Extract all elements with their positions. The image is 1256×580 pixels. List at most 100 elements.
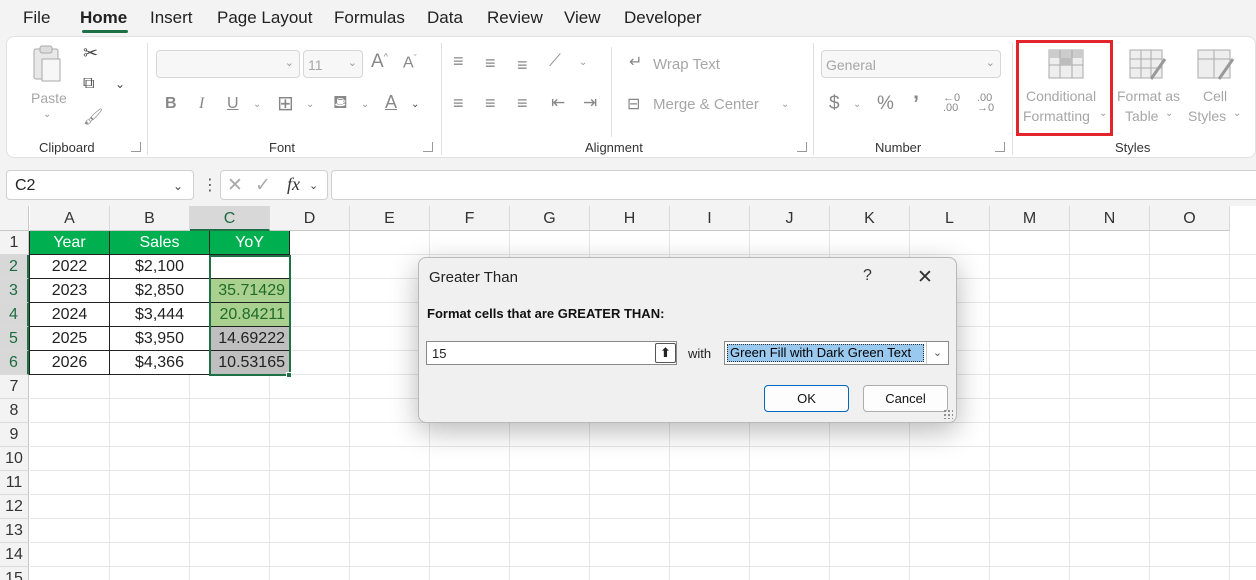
format-as-table-label-2[interactable]: Table: [1125, 108, 1158, 124]
row-header-6[interactable]: 6: [0, 351, 29, 375]
column-header-l[interactable]: L: [910, 206, 990, 231]
cell-sales[interactable]: $3,444: [110, 303, 210, 327]
cancel-edit-icon[interactable]: ✕: [227, 174, 243, 197]
cell-sales[interactable]: $4,366: [110, 351, 210, 375]
row-header-3[interactable]: 3: [0, 279, 29, 303]
row-header-4[interactable]: 4: [0, 303, 29, 327]
font-size-combo[interactable]: 11 ⌄: [303, 50, 363, 78]
cell-yoy[interactable]: 35.71429: [210, 279, 290, 303]
cell-yoy[interactable]: 20.84211: [210, 303, 290, 327]
tab-review[interactable]: Review: [487, 8, 543, 28]
cell-sales[interactable]: $3,950: [110, 327, 210, 351]
header-cell-yoy[interactable]: YoY: [210, 231, 290, 255]
font-launcher-icon[interactable]: [423, 142, 433, 152]
format-painter-icon[interactable]: 🖌: [83, 107, 103, 127]
column-header-i[interactable]: I: [670, 206, 750, 231]
tab-file[interactable]: File: [23, 8, 50, 28]
tab-formulas[interactable]: Formulas: [334, 8, 405, 28]
tab-home[interactable]: Home: [80, 8, 127, 28]
row-header-15[interactable]: 15: [0, 567, 29, 580]
merge-dropdown-icon[interactable]: ⌄: [781, 99, 789, 110]
fill-color-dropdown-icon[interactable]: ⌄: [361, 99, 369, 110]
copy-dropdown-icon[interactable]: ⌄: [115, 77, 125, 91]
column-header-f[interactable]: F: [430, 206, 510, 231]
column-header-d[interactable]: D: [270, 206, 350, 231]
column-header-c[interactable]: C: [190, 206, 270, 231]
tab-developer[interactable]: Developer: [624, 8, 702, 28]
align-center-icon[interactable]: ≡: [485, 93, 496, 114]
cell-sales[interactable]: $2,100: [110, 255, 210, 279]
help-icon[interactable]: ?: [863, 267, 872, 285]
tab-insert[interactable]: Insert: [150, 8, 193, 28]
column-header-h[interactable]: H: [590, 206, 670, 231]
paste-icon[interactable]: [29, 45, 63, 85]
number-launcher-icon[interactable]: [995, 142, 1005, 152]
select-all-corner[interactable]: [0, 206, 29, 231]
comma-style-icon[interactable]: ’: [913, 91, 919, 117]
column-header-k[interactable]: K: [830, 206, 910, 231]
clipboard-launcher-icon[interactable]: [131, 142, 141, 152]
fill-handle[interactable]: [286, 372, 292, 378]
italic-icon[interactable]: I: [199, 95, 204, 113]
wrap-text-icon[interactable]: ↵: [629, 52, 642, 72]
fill-color-icon[interactable]: ⛾: [333, 92, 348, 116]
tab-view[interactable]: View: [564, 8, 601, 28]
row-header-11[interactable]: 11: [0, 471, 29, 495]
currency-icon[interactable]: $: [829, 93, 840, 115]
underline-icon[interactable]: U: [227, 95, 239, 113]
font-name-combo[interactable]: ⌄: [156, 50, 300, 78]
format-as-table-dropdown-icon[interactable]: ⌄: [1165, 108, 1173, 119]
align-bottom-icon[interactable]: ≡: [517, 55, 528, 76]
cell-year[interactable]: 2026: [30, 351, 110, 375]
font-color-dropdown-icon[interactable]: ⌄: [411, 99, 419, 110]
currency-dropdown-icon[interactable]: ⌄: [853, 99, 861, 110]
orientation-icon[interactable]: ⟋: [549, 51, 561, 71]
column-header-e[interactable]: E: [350, 206, 430, 231]
close-icon[interactable]: ✕: [917, 266, 933, 289]
wrap-text-button[interactable]: Wrap Text: [653, 56, 720, 73]
copy-icon[interactable]: ⧉: [83, 75, 94, 93]
row-header-2[interactable]: 2: [0, 255, 29, 279]
increase-indent-icon[interactable]: ⇥: [583, 93, 597, 113]
merge-center-icon[interactable]: ⊟: [627, 94, 640, 114]
row-header-12[interactable]: 12: [0, 495, 29, 519]
underline-dropdown-icon[interactable]: ⌄: [253, 99, 261, 110]
cell-year[interactable]: 2024: [30, 303, 110, 327]
cell-yoy[interactable]: 14.69222: [210, 327, 290, 351]
formula-input[interactable]: [331, 170, 1256, 200]
format-as-table-label-1[interactable]: Format as: [1117, 88, 1180, 104]
row-header-13[interactable]: 13: [0, 519, 29, 543]
cell-styles-label-2[interactable]: Styles: [1188, 108, 1226, 124]
resize-grip-icon[interactable]: [943, 409, 953, 419]
row-header-14[interactable]: 14: [0, 543, 29, 567]
align-middle-icon[interactable]: ≡: [485, 53, 496, 74]
align-left-icon[interactable]: ≡: [453, 93, 464, 114]
column-header-n[interactable]: N: [1070, 206, 1150, 231]
paste-button-label[interactable]: Paste: [31, 90, 67, 106]
insert-function-icon[interactable]: fx: [287, 174, 300, 195]
more-options-icon[interactable]: ⋮: [202, 175, 218, 195]
tab-page-layout[interactable]: Page Layout: [217, 8, 312, 28]
percent-icon[interactable]: %: [877, 93, 894, 115]
cut-icon[interactable]: ✂: [83, 43, 98, 64]
format-as-table-icon[interactable]: [1129, 49, 1167, 84]
decrease-indent-icon[interactable]: ⇤: [551, 93, 565, 113]
tab-data[interactable]: Data: [427, 8, 463, 28]
confirm-edit-icon[interactable]: ✓: [255, 174, 271, 197]
alignment-launcher-icon[interactable]: [797, 142, 807, 152]
align-right-icon[interactable]: ≡: [517, 93, 528, 114]
row-header-7[interactable]: 7: [0, 375, 29, 399]
fx-dropdown-icon[interactable]: ⌄: [309, 179, 318, 192]
threshold-input[interactable]: 15 ⬆: [426, 341, 677, 365]
row-header-5[interactable]: 5: [0, 327, 29, 351]
cell-styles-dropdown-icon[interactable]: ⌄: [1233, 108, 1241, 119]
column-header-b[interactable]: B: [110, 206, 190, 231]
decrease-font-icon[interactable]: Aˇ: [403, 53, 417, 72]
decrease-decimal-icon[interactable]: .00 →0: [977, 93, 994, 114]
cell-year[interactable]: 2025: [30, 327, 110, 351]
paste-dropdown-icon[interactable]: ⌄: [43, 109, 51, 120]
bold-icon[interactable]: B: [165, 95, 177, 113]
name-box[interactable]: C2 ⌄: [6, 170, 194, 200]
row-header-9[interactable]: 9: [0, 423, 29, 447]
ok-button[interactable]: OK: [764, 385, 849, 412]
